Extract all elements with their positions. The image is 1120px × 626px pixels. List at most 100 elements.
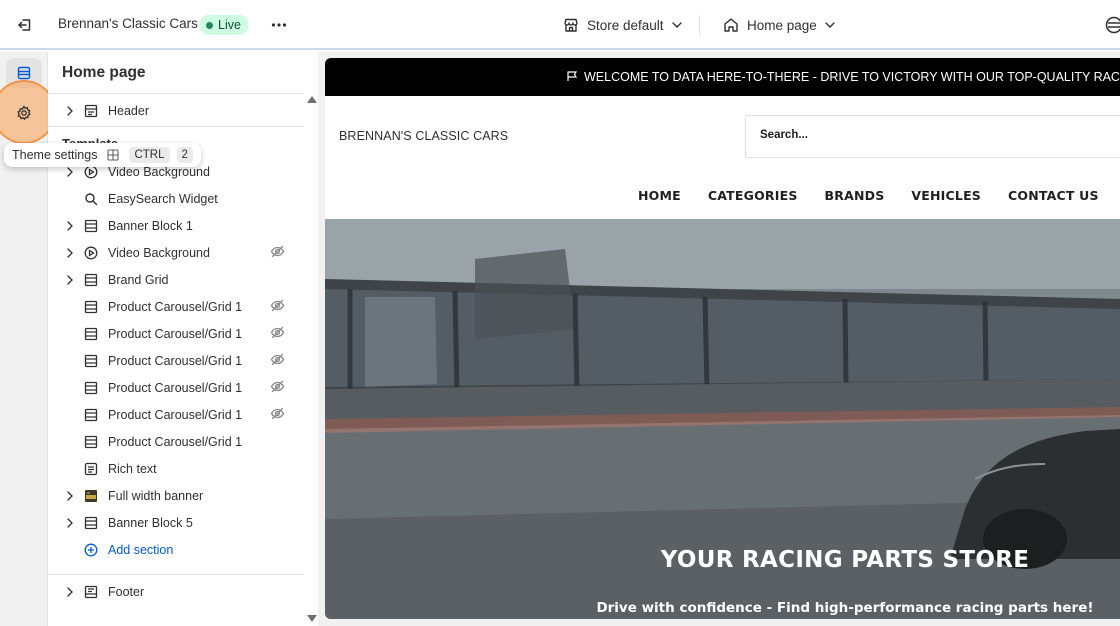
section-row[interactable]: EasySearch Widget <box>48 186 298 212</box>
more-actions-button[interactable] <box>268 14 290 36</box>
store-icon <box>564 18 578 32</box>
section-label: Product Carousel/Grid 1 <box>108 435 243 449</box>
chevron-right-icon[interactable] <box>60 248 80 258</box>
sidebar-divider <box>48 574 304 575</box>
section-icon <box>80 381 102 395</box>
site-header: BRENNAN'S CLASSIC CARS Search... HOME CAT… <box>325 96 1120 218</box>
store-name: Brennan's Classic Cars <box>58 16 198 31</box>
section-label: Video Background <box>108 165 210 179</box>
sidebar-title: Home page <box>62 64 146 81</box>
hidden-eye-icon[interactable] <box>270 353 285 369</box>
scroll-up-arrow-icon[interactable] <box>307 96 317 103</box>
gear-icon <box>17 105 31 121</box>
section-row[interactable]: Product Carousel/Grid 1 <box>48 375 298 401</box>
tooltip-label: Theme settings <box>12 148 98 162</box>
section-row[interactable]: Product Carousel/Grid 1 <box>48 321 298 347</box>
image-thumbnail-icon <box>80 489 102 503</box>
sidebar-divider <box>48 93 304 94</box>
section-row[interactable]: Brand Grid <box>48 267 298 293</box>
site-nav-item[interactable]: HOME <box>638 188 681 203</box>
theme-settings-rail-button[interactable] <box>6 98 42 128</box>
section-icon <box>80 408 102 422</box>
site-nav-item[interactable]: CONTACT US <box>1008 188 1099 203</box>
editor-rail <box>0 52 56 626</box>
hidden-eye-icon[interactable] <box>270 245 285 261</box>
search-placeholder: Search... <box>760 129 808 141</box>
search-icon <box>80 192 102 206</box>
checkered-flag-icon <box>566 70 578 85</box>
section-label: Footer <box>108 585 145 599</box>
viewer-icon <box>1105 16 1120 34</box>
site-nav-item[interactable]: VEHICLES <box>911 188 981 203</box>
section-label: Product Carousel/Grid 1 <box>108 354 243 368</box>
editor-topbar: Brennan's Classic Cars Live Store defaul… <box>0 0 1120 50</box>
section-label: Product Carousel/Grid 1 <box>108 327 243 341</box>
hidden-eye-icon[interactable] <box>270 380 285 396</box>
section-row[interactable]: Video Background <box>48 240 298 266</box>
hidden-eye-icon[interactable] <box>270 326 285 342</box>
page-selector-dropdown[interactable]: Home page <box>723 13 835 37</box>
chevron-right-icon[interactable] <box>60 587 80 597</box>
store-selector-dropdown[interactable]: Store default <box>563 13 682 37</box>
add-section-button[interactable]: Add section <box>48 537 298 563</box>
section-row[interactable]: Product Carousel/Grid 1 <box>48 294 298 320</box>
section-row[interactable]: Rich text <box>48 456 298 482</box>
chevron-right-icon[interactable] <box>60 167 80 177</box>
section-label: Full width banner <box>108 489 204 503</box>
scroll-down-arrow-icon[interactable] <box>307 615 317 622</box>
section-footer[interactable]: Footer <box>48 579 298 605</box>
home-icon <box>724 18 738 32</box>
chevron-down-icon <box>671 22 682 28</box>
section-row[interactable]: Product Carousel/Grid 1 <box>48 429 298 455</box>
section-icon <box>80 516 102 530</box>
hidden-eye-icon[interactable] <box>270 407 285 423</box>
header-section-icon <box>80 104 102 118</box>
site-nav-item[interactable]: CATEGORIES <box>708 188 798 203</box>
section-header[interactable]: Header <box>48 98 298 124</box>
storefront-preview[interactable]: WELCOME TO DATA HERE-TO-THERE - DRIVE TO… <box>325 58 1120 619</box>
section-label: Banner Block 1 <box>108 219 193 233</box>
site-nav: HOME CATEGORIES BRANDS VEHICLES CONTACT US <box>638 188 1099 203</box>
sidebar-scrollbar[interactable] <box>304 94 318 626</box>
section-icon <box>80 327 102 341</box>
section-icon <box>80 219 102 233</box>
footer-section-icon <box>80 585 102 599</box>
text-block-icon <box>80 462 102 476</box>
section-row[interactable]: Banner Block 1 <box>48 213 298 239</box>
hero-video-banner: YOUR RACING PARTS STORE Drive with confi… <box>325 219 1120 619</box>
chevron-down-icon <box>825 22 835 28</box>
site-logo[interactable]: BRENNAN'S CLASSIC CARS <box>339 129 508 143</box>
ellipsis-icon <box>271 23 287 27</box>
section-row[interactable]: Full width banner <box>48 483 298 509</box>
section-row[interactable]: Banner Block 5 <box>48 510 298 536</box>
shortcut-number: 2 <box>176 147 193 163</box>
app-icon[interactable] <box>1104 15 1120 35</box>
plus-circle-icon <box>80 543 102 557</box>
store-selector-label: Store default <box>587 17 664 33</box>
exit-icon <box>18 19 31 31</box>
section-label: Brand Grid <box>108 273 169 287</box>
live-status-badge: Live <box>200 15 248 35</box>
exit-editor-button[interactable] <box>14 14 36 36</box>
site-search-input[interactable]: Search... <box>745 115 1120 158</box>
live-dot-icon <box>206 21 213 29</box>
site-nav-item[interactable]: BRANDS <box>825 188 885 203</box>
section-icon <box>80 354 102 368</box>
section-label: Header <box>108 104 149 118</box>
section-label: Banner Block 5 <box>108 516 193 530</box>
hero-subtitle: Drive with confidence - Find high-perfor… <box>596 600 1094 616</box>
chevron-right-icon[interactable] <box>60 275 80 285</box>
section-label: Product Carousel/Grid 1 <box>108 300 243 314</box>
chevron-right-icon[interactable] <box>60 106 80 116</box>
chevron-right-icon[interactable] <box>60 518 80 528</box>
section-label: Product Carousel/Grid 1 <box>108 381 243 395</box>
chevron-right-icon[interactable] <box>60 491 80 501</box>
section-row[interactable]: Product Carousel/Grid 1 <box>48 402 298 428</box>
hidden-eye-icon[interactable] <box>270 299 285 315</box>
section-row[interactable]: Product Carousel/Grid 1 <box>48 348 298 374</box>
play-circle-icon <box>80 165 102 179</box>
chevron-right-icon[interactable] <box>60 221 80 231</box>
sections-icon <box>17 66 31 80</box>
add-section-label: Add section <box>108 543 174 557</box>
hero-title: YOUR RACING PARTS STORE <box>660 547 1030 573</box>
